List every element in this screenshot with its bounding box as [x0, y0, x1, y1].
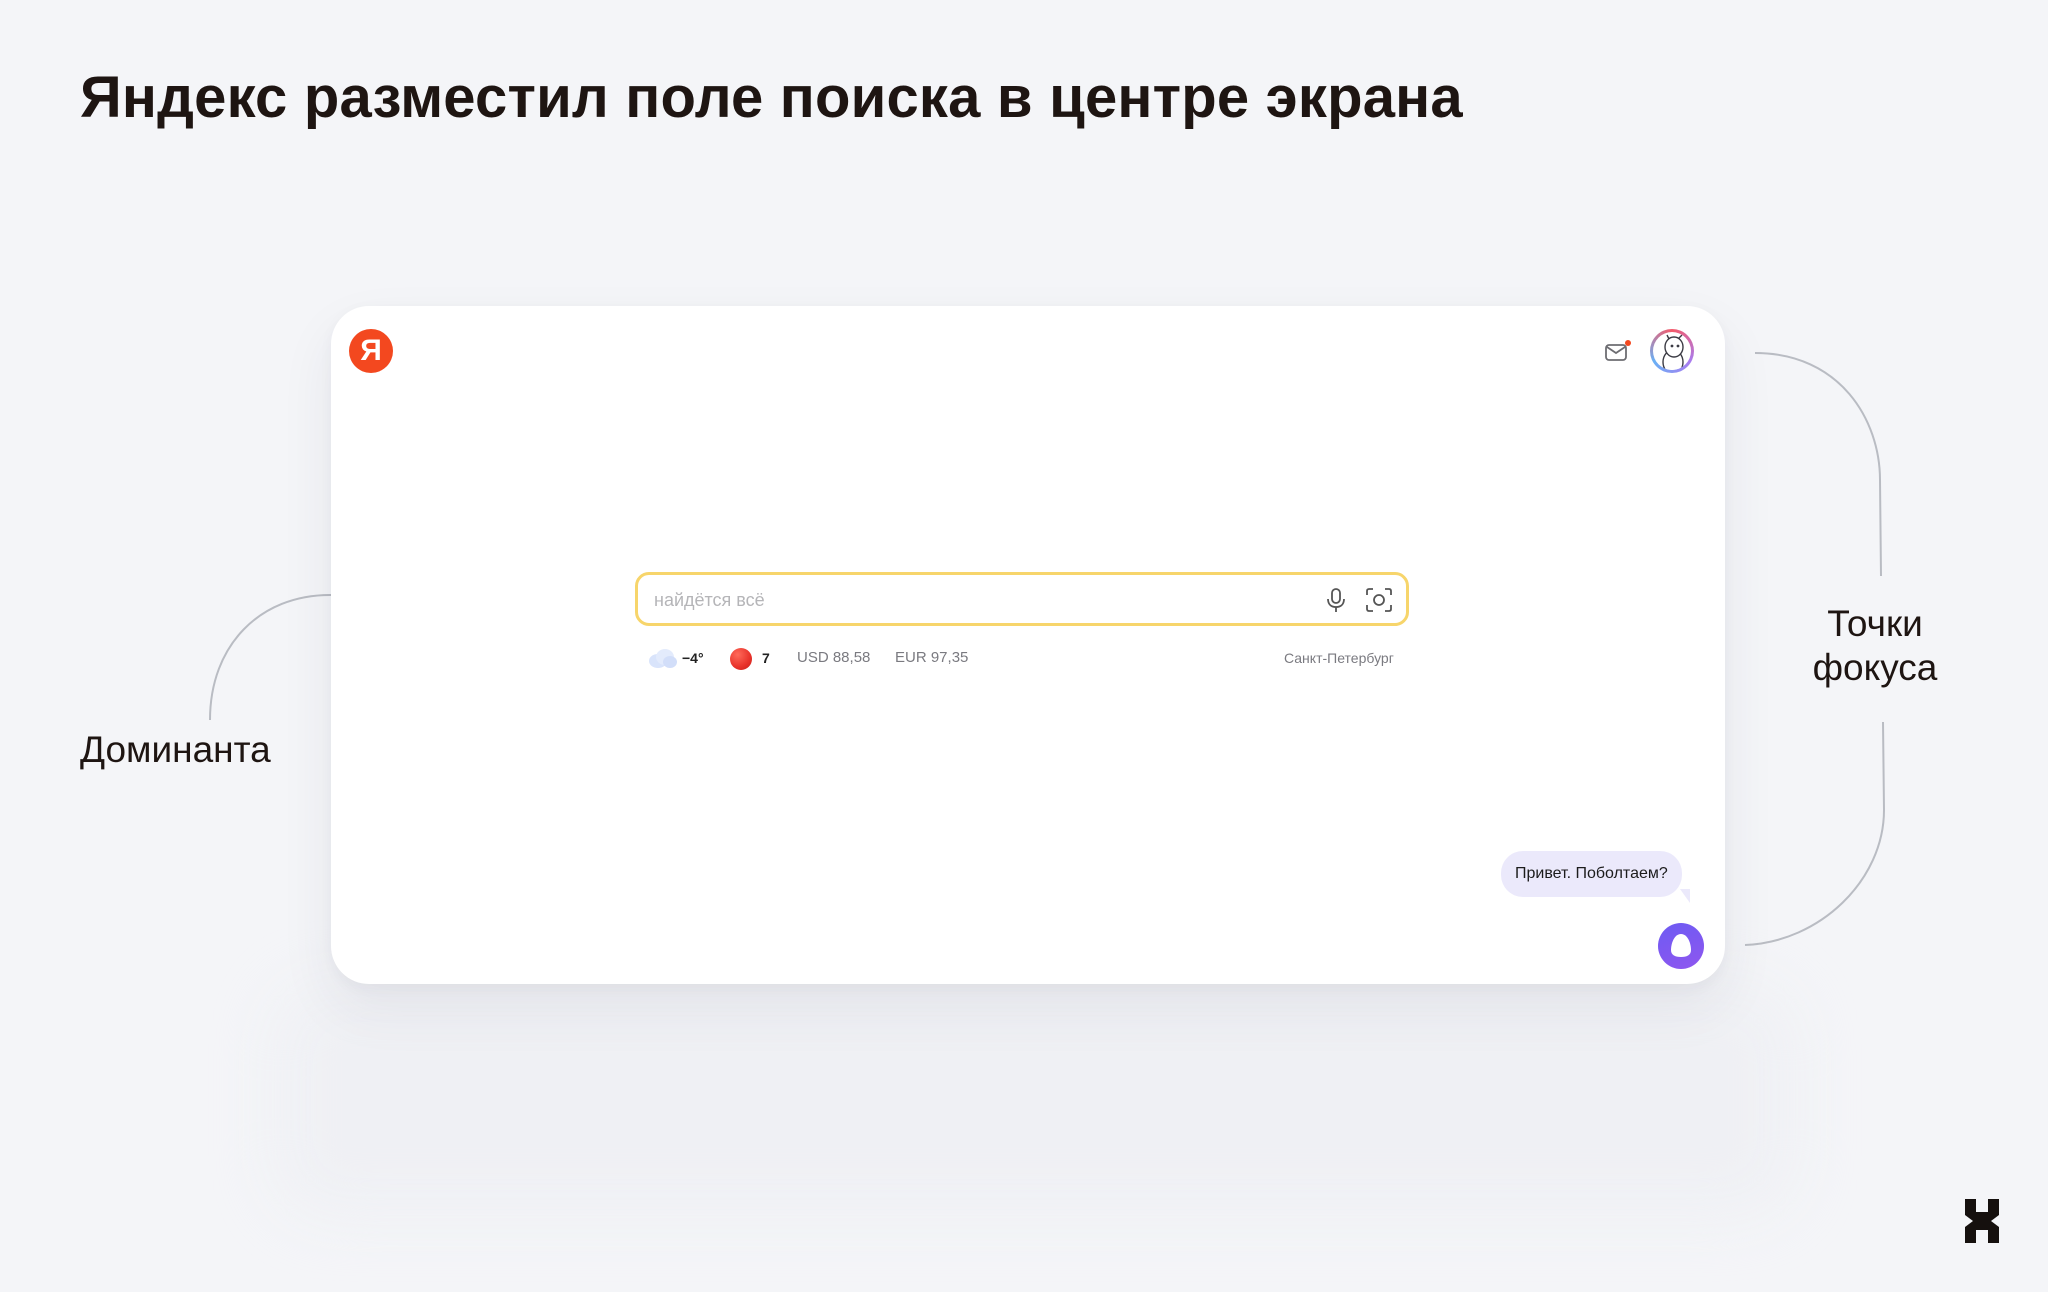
- slide-title: Яндекс разместил поле поиска в центре эк…: [80, 65, 1463, 130]
- mail-icon[interactable]: [1604, 338, 1632, 364]
- weather-temperature[interactable]: −4°: [682, 646, 704, 670]
- annotation-focus-line2: фокуса: [1812, 647, 1938, 688]
- camera-search-icon[interactable]: [1364, 586, 1394, 614]
- traffic-icon: [730, 648, 752, 670]
- search-input[interactable]: [652, 575, 1296, 625]
- yandex-homepage-screenshot: Я найдётся всё −4° 7 USD 88,58 EUR 97,35…: [331, 306, 1725, 984]
- city-name[interactable]: Санкт-Петербург: [1284, 646, 1394, 670]
- annotation-dominant: Доминанта: [80, 729, 271, 770]
- alice-button[interactable]: [1658, 923, 1704, 969]
- focus-connector-top-line: [1754, 352, 1882, 577]
- search-box[interactable]: [635, 572, 1409, 626]
- eur-rate[interactable]: EUR 97,35: [895, 646, 968, 670]
- screenshot-shadow: [275, 985, 1795, 1215]
- avatar-icon: [1653, 332, 1691, 370]
- yandex-logo[interactable]: Я: [349, 329, 393, 373]
- focus-connector-bottom-line: [1744, 721, 1886, 946]
- alice-icon: [1671, 934, 1691, 957]
- brand-logo-icon: [1962, 1196, 2002, 1246]
- alice-greeting-bubble[interactable]: Привет. Поболтаем?: [1501, 851, 1682, 897]
- annotation-focus-line1: Точки: [1827, 603, 1923, 644]
- annotation-focus-points: Точки фокуса: [1785, 602, 1965, 690]
- alice-bubble-tail: [1680, 889, 1690, 903]
- traffic-score[interactable]: 7: [762, 646, 770, 670]
- user-avatar[interactable]: [1650, 329, 1694, 373]
- cloud-icon: [646, 647, 678, 669]
- usd-rate[interactable]: USD 88,58: [797, 646, 870, 670]
- microphone-icon[interactable]: [1322, 586, 1350, 614]
